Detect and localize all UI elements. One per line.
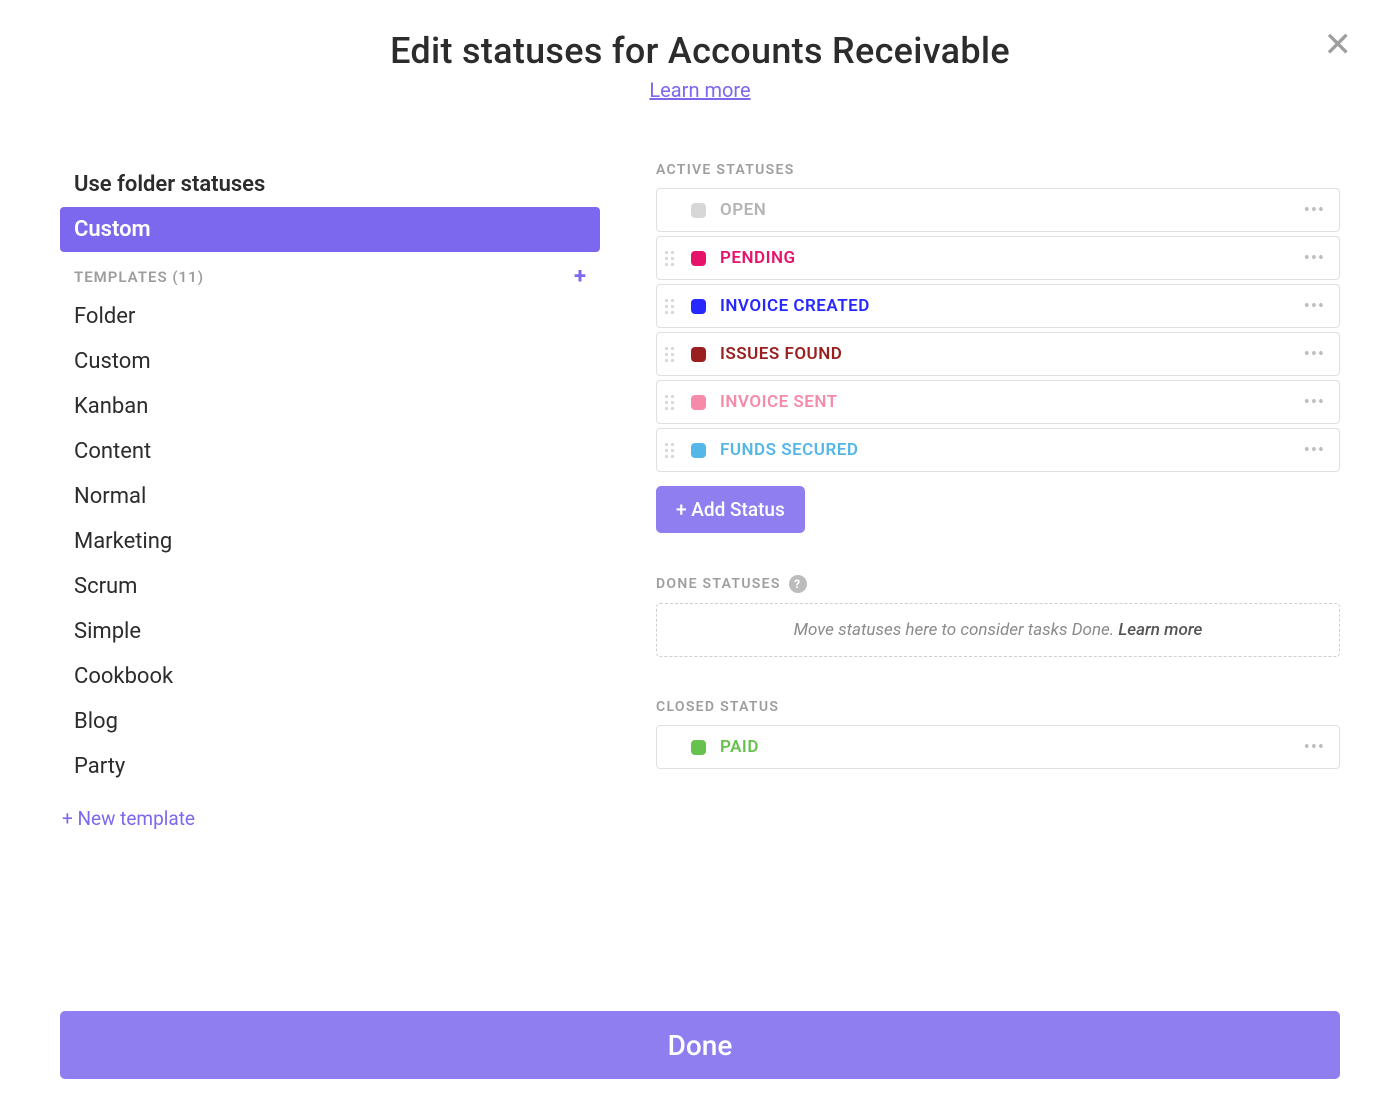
drag-handle-icon[interactable]: [665, 392, 681, 412]
template-item[interactable]: Blog: [60, 699, 600, 744]
status-row[interactable]: PAID •••: [656, 725, 1340, 769]
more-icon[interactable]: •••: [1301, 440, 1325, 461]
status-name: OPEN: [720, 200, 1301, 220]
template-item[interactable]: Folder: [60, 294, 600, 339]
status-name: INVOICE SENT: [720, 392, 1301, 412]
template-item[interactable]: Party: [60, 744, 600, 789]
learn-more-link[interactable]: Learn more: [649, 78, 750, 102]
status-color-swatch: [691, 740, 706, 755]
more-icon[interactable]: •••: [1301, 248, 1325, 269]
status-row[interactable]: ISSUES FOUND •••: [656, 332, 1340, 376]
status-color-swatch: [691, 395, 706, 410]
done-button[interactable]: Done: [60, 1011, 1340, 1079]
status-name: INVOICE CREATED: [720, 296, 1301, 316]
modal-title: Edit statuses for Accounts Receivable: [60, 30, 1340, 72]
more-icon[interactable]: •••: [1301, 392, 1325, 413]
done-learn-more-link[interactable]: Learn more: [1118, 620, 1202, 640]
active-statuses-label: ACTIVE STATUSES: [656, 162, 1340, 178]
template-item[interactable]: Content: [60, 429, 600, 474]
status-color-swatch: [691, 347, 706, 362]
template-item[interactable]: Marketing: [60, 519, 600, 564]
more-icon[interactable]: •••: [1301, 737, 1325, 758]
drag-handle-icon[interactable]: [665, 344, 681, 364]
add-template-icon[interactable]: +: [574, 266, 586, 288]
closed-status-label: CLOSED STATUS: [656, 699, 1340, 715]
status-name: PAID: [720, 737, 1301, 757]
template-item[interactable]: Scrum: [60, 564, 600, 609]
status-row[interactable]: INVOICE SENT •••: [656, 380, 1340, 424]
help-icon[interactable]: ?: [789, 575, 807, 593]
template-item[interactable]: Kanban: [60, 384, 600, 429]
status-name: PENDING: [720, 248, 1301, 268]
more-icon[interactable]: •••: [1301, 344, 1325, 365]
close-icon[interactable]: ✕: [1324, 28, 1353, 62]
drag-handle-icon[interactable]: [665, 440, 681, 460]
use-folder-statuses[interactable]: Use folder statuses: [60, 162, 600, 207]
add-status-button[interactable]: + Add Status: [656, 486, 805, 533]
status-color-swatch: [691, 299, 706, 314]
status-color-swatch: [691, 251, 706, 266]
status-row[interactable]: FUNDS SECURED •••: [656, 428, 1340, 472]
drag-handle-icon[interactable]: [665, 296, 681, 316]
status-row[interactable]: OPEN •••: [656, 188, 1340, 232]
done-dropzone[interactable]: Move statuses here to consider tasks Don…: [656, 603, 1340, 657]
templates-header: TEMPLATES (11): [74, 268, 204, 286]
template-item[interactable]: Custom: [60, 339, 600, 384]
status-row[interactable]: PENDING •••: [656, 236, 1340, 280]
more-icon[interactable]: •••: [1301, 200, 1325, 221]
status-color-swatch: [691, 203, 706, 218]
selected-mode-custom[interactable]: Custom: [60, 207, 600, 252]
template-list: Folder Custom Kanban Content Normal Mark…: [60, 294, 600, 789]
template-item[interactable]: Cookbook: [60, 654, 600, 699]
template-item[interactable]: Normal: [60, 474, 600, 519]
drag-handle-icon[interactable]: [665, 248, 681, 268]
status-name: FUNDS SECURED: [720, 440, 1301, 460]
template-sidebar: Use folder statuses Custom TEMPLATES (11…: [60, 162, 600, 830]
template-item[interactable]: Simple: [60, 609, 600, 654]
done-dropzone-text: Move statuses here to consider tasks Don…: [794, 620, 1119, 640]
done-statuses-label: DONE STATUSES: [656, 576, 781, 592]
new-template-link[interactable]: + New template: [60, 789, 600, 830]
active-status-list: OPEN ••• PENDING ••• INVOICE CREATED •••: [656, 188, 1340, 472]
status-row[interactable]: INVOICE CREATED •••: [656, 284, 1340, 328]
status-name: ISSUES FOUND: [720, 344, 1301, 364]
more-icon[interactable]: •••: [1301, 296, 1325, 317]
status-color-swatch: [691, 443, 706, 458]
